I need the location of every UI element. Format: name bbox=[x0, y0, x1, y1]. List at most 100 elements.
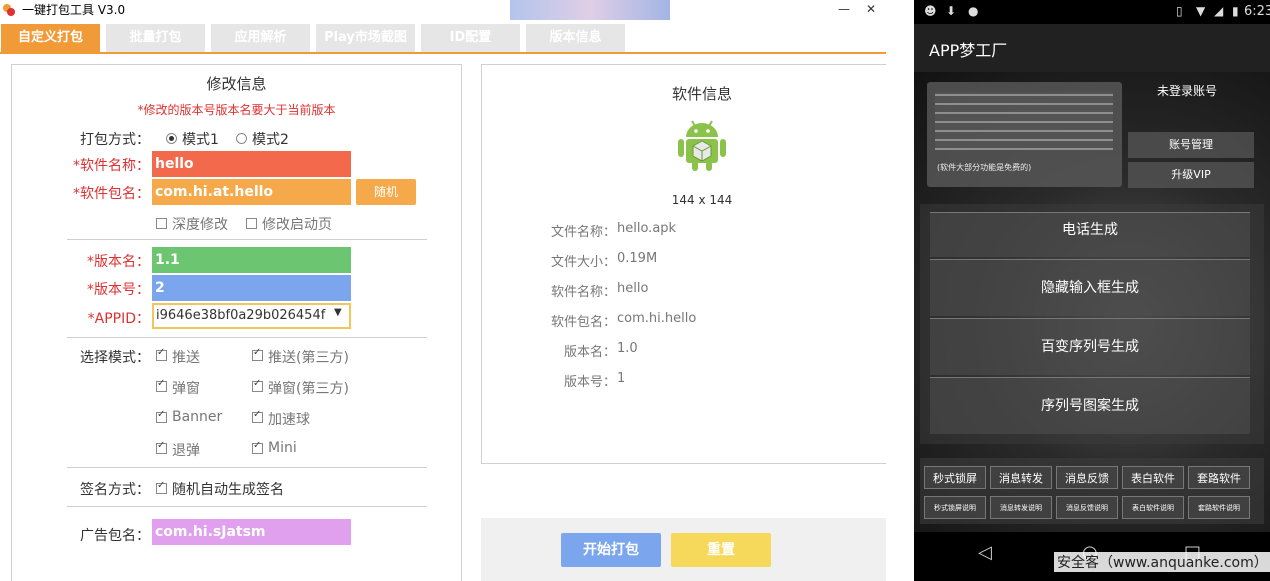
start-pack-button[interactable]: 开始打包 bbox=[561, 533, 661, 567]
soft-pkg-value: com.hi.hello bbox=[617, 311, 697, 326]
modify-title: 修改信息 bbox=[206, 75, 267, 93]
ver-name-value: 1.0 bbox=[617, 341, 638, 356]
mode2-label: 模式2 bbox=[252, 132, 289, 148]
status-bar: ☻ ⬇ ● ▯ ▼ ◢ ▮ 6:23 bbox=[914, 0, 1270, 24]
notice-card: (软件大部分功能是免费的) bbox=[927, 82, 1122, 187]
software-info-panel: 软件信息 144 x 144 文件名称： hello.apk 文件大小： 0.1… bbox=[481, 64, 886, 464]
phone-content: (软件大部分功能是免费的) 未登录账号 账号管理 升级VIP 电话生成 隐藏输入… bbox=[914, 72, 1270, 532]
ver-name-label: 版本名： bbox=[564, 345, 617, 360]
serial-pattern-gen-button[interactable]: 序列号图案生成 bbox=[930, 377, 1250, 434]
msg-forward-button[interactable]: 消息转发 bbox=[990, 466, 1052, 489]
vibrate-icon: ▯ bbox=[1176, 4, 1183, 18]
lock-screen-button[interactable]: 秒式锁屏 bbox=[924, 466, 986, 489]
software-name-label: *软件名称： bbox=[73, 158, 150, 174]
mode2-radio[interactable] bbox=[236, 133, 247, 144]
soft-pkg-label: 软件包名： bbox=[551, 315, 617, 330]
wifi-icon: ▼ bbox=[1196, 4, 1206, 18]
mini-label: Mini bbox=[268, 440, 297, 456]
tab-play-screenshot[interactable]: Play市场截图 bbox=[316, 24, 415, 52]
android-app-icon bbox=[678, 120, 726, 171]
title-bar: 一键打包工具 V3.0 — ✕ bbox=[0, 0, 886, 20]
popup-checkbox[interactable] bbox=[156, 378, 167, 392]
watermark: 安全客（www.anquanke.com） bbox=[1054, 552, 1270, 572]
push-third-checkbox[interactable] bbox=[252, 347, 263, 361]
location-icon: ● bbox=[968, 4, 979, 18]
msg-feedback-help-button[interactable]: 消息反馈说明 bbox=[1056, 496, 1118, 519]
auto-sign-label: 随机自动生成签名 bbox=[172, 482, 284, 498]
icon-size: 144 x 144 bbox=[671, 193, 733, 207]
phone-screen: ☻ ⬇ ● ▯ ▼ ◢ ▮ 6:23 APP梦工厂 (软件大部分功能是免费的) … bbox=[914, 0, 1270, 581]
msg-feedback-button[interactable]: 消息反馈 bbox=[1056, 466, 1118, 489]
download-icon: ⬇ bbox=[946, 4, 957, 18]
app-logo-icon bbox=[3, 4, 15, 16]
confession-app-button[interactable]: 表白软件 bbox=[1122, 466, 1184, 489]
tab-id-config[interactable]: ID配置 bbox=[421, 24, 520, 52]
appid-value: i9646e38bf0a29b026454f9 bbox=[156, 308, 326, 323]
notice-footer: (软件大部分功能是免费的) bbox=[937, 163, 1032, 172]
clock: 6:23 bbox=[1244, 4, 1270, 19]
appid-label: *APPID： bbox=[87, 311, 150, 327]
modify-launch-label: 修改启动页 bbox=[262, 217, 332, 233]
ad-package-input[interactable] bbox=[152, 519, 351, 545]
app-title: APP梦工厂 bbox=[929, 41, 1008, 60]
tab-batch-pack[interactable]: 批量打包 bbox=[106, 24, 205, 52]
tab-version-info[interactable]: 版本信息 bbox=[526, 24, 625, 52]
signal-icon: ◢ bbox=[1214, 4, 1224, 18]
software-name-input[interactable] bbox=[152, 151, 351, 177]
upgrade-vip-button[interactable]: 升级VIP bbox=[1128, 162, 1254, 188]
divider bbox=[67, 337, 427, 338]
action-bar: 开始打包 重置 bbox=[481, 518, 886, 581]
package-name-input[interactable] bbox=[152, 179, 351, 205]
ver-code-label: 版本号： bbox=[564, 375, 617, 390]
appid-select[interactable]: i9646e38bf0a29b026454f9 ▼ bbox=[152, 303, 351, 329]
file-name-label: 文件名称： bbox=[551, 225, 617, 240]
serial-gen-button[interactable]: 百变序列号生成 bbox=[930, 318, 1250, 375]
exit-popup-checkbox[interactable] bbox=[156, 440, 167, 454]
confession-help-button[interactable]: 表白软件说明 bbox=[1122, 496, 1184, 519]
account-manage-button[interactable]: 账号管理 bbox=[1128, 132, 1254, 158]
package-name-label: *软件包名： bbox=[73, 186, 150, 202]
random-button[interactable]: 随机 bbox=[356, 179, 416, 205]
push-checkbox[interactable] bbox=[156, 347, 167, 361]
file-size-label: 文件大小： bbox=[551, 255, 617, 270]
notice-text-pixelated bbox=[935, 92, 1113, 150]
file-name-value: hello.apk bbox=[617, 221, 677, 236]
cat-icon: ☻ bbox=[924, 4, 937, 18]
lock-screen-help-button[interactable]: 秒式锁屏说明 bbox=[924, 496, 986, 519]
mode1-radio[interactable] bbox=[166, 133, 177, 144]
deep-modify-label: 深度修改 bbox=[172, 217, 228, 233]
info-title: 软件信息 bbox=[671, 85, 732, 103]
divider bbox=[67, 506, 427, 507]
minimize-icon[interactable]: — bbox=[838, 2, 850, 16]
speed-ball-label: 加速球 bbox=[268, 412, 310, 428]
version-notice: *修改的版本号版本名要大于当前版本 bbox=[137, 103, 336, 117]
trick-help-button[interactable]: 套路软件说明 bbox=[1188, 496, 1250, 519]
packaging-tool-window: 一键打包工具 V3.0 — ✕ 自定义打包 批量打包 应用解析 Play市场截图… bbox=[0, 0, 886, 581]
popup-third-checkbox[interactable] bbox=[252, 378, 263, 392]
auto-sign-checkbox[interactable] bbox=[156, 480, 167, 494]
close-icon[interactable]: ✕ bbox=[866, 2, 876, 16]
file-size-value: 0.19M bbox=[617, 251, 658, 266]
modify-info-panel: 修改信息 *修改的版本号版本名要大于当前版本 打包方式： 模式1 模式2 *软件… bbox=[11, 64, 462, 581]
version-name-input[interactable] bbox=[152, 247, 351, 273]
soft-name-label: 软件名称： bbox=[551, 285, 617, 300]
tab-app-parse[interactable]: 应用解析 bbox=[211, 24, 310, 52]
deep-modify-checkbox[interactable] bbox=[156, 218, 167, 229]
modify-launch-checkbox[interactable] bbox=[246, 218, 257, 229]
back-icon[interactable]: ◁ bbox=[978, 542, 992, 563]
trick-app-button[interactable]: 套路软件 bbox=[1188, 466, 1250, 489]
divider bbox=[67, 239, 427, 240]
version-code-input[interactable] bbox=[152, 275, 351, 301]
popup-label: 弹窗 bbox=[172, 381, 200, 397]
reset-button[interactable]: 重置 bbox=[671, 533, 771, 567]
app-bar: APP梦工厂 bbox=[914, 24, 1270, 72]
hidden-input-gen-button[interactable]: 隐藏输入框生成 bbox=[930, 259, 1250, 316]
phone-gen-button[interactable]: 电话生成 bbox=[930, 212, 1250, 257]
mini-checkbox[interactable] bbox=[252, 440, 263, 454]
tab-custom-pack[interactable]: 自定义打包 bbox=[1, 24, 100, 52]
banner-checkbox[interactable] bbox=[156, 409, 167, 423]
msg-forward-help-button[interactable]: 消息转发说明 bbox=[990, 496, 1052, 519]
speed-ball-checkbox[interactable] bbox=[252, 409, 263, 423]
push-third-label: 推送(第三方) bbox=[268, 350, 349, 366]
battery-icon: ▮ bbox=[1232, 4, 1239, 18]
